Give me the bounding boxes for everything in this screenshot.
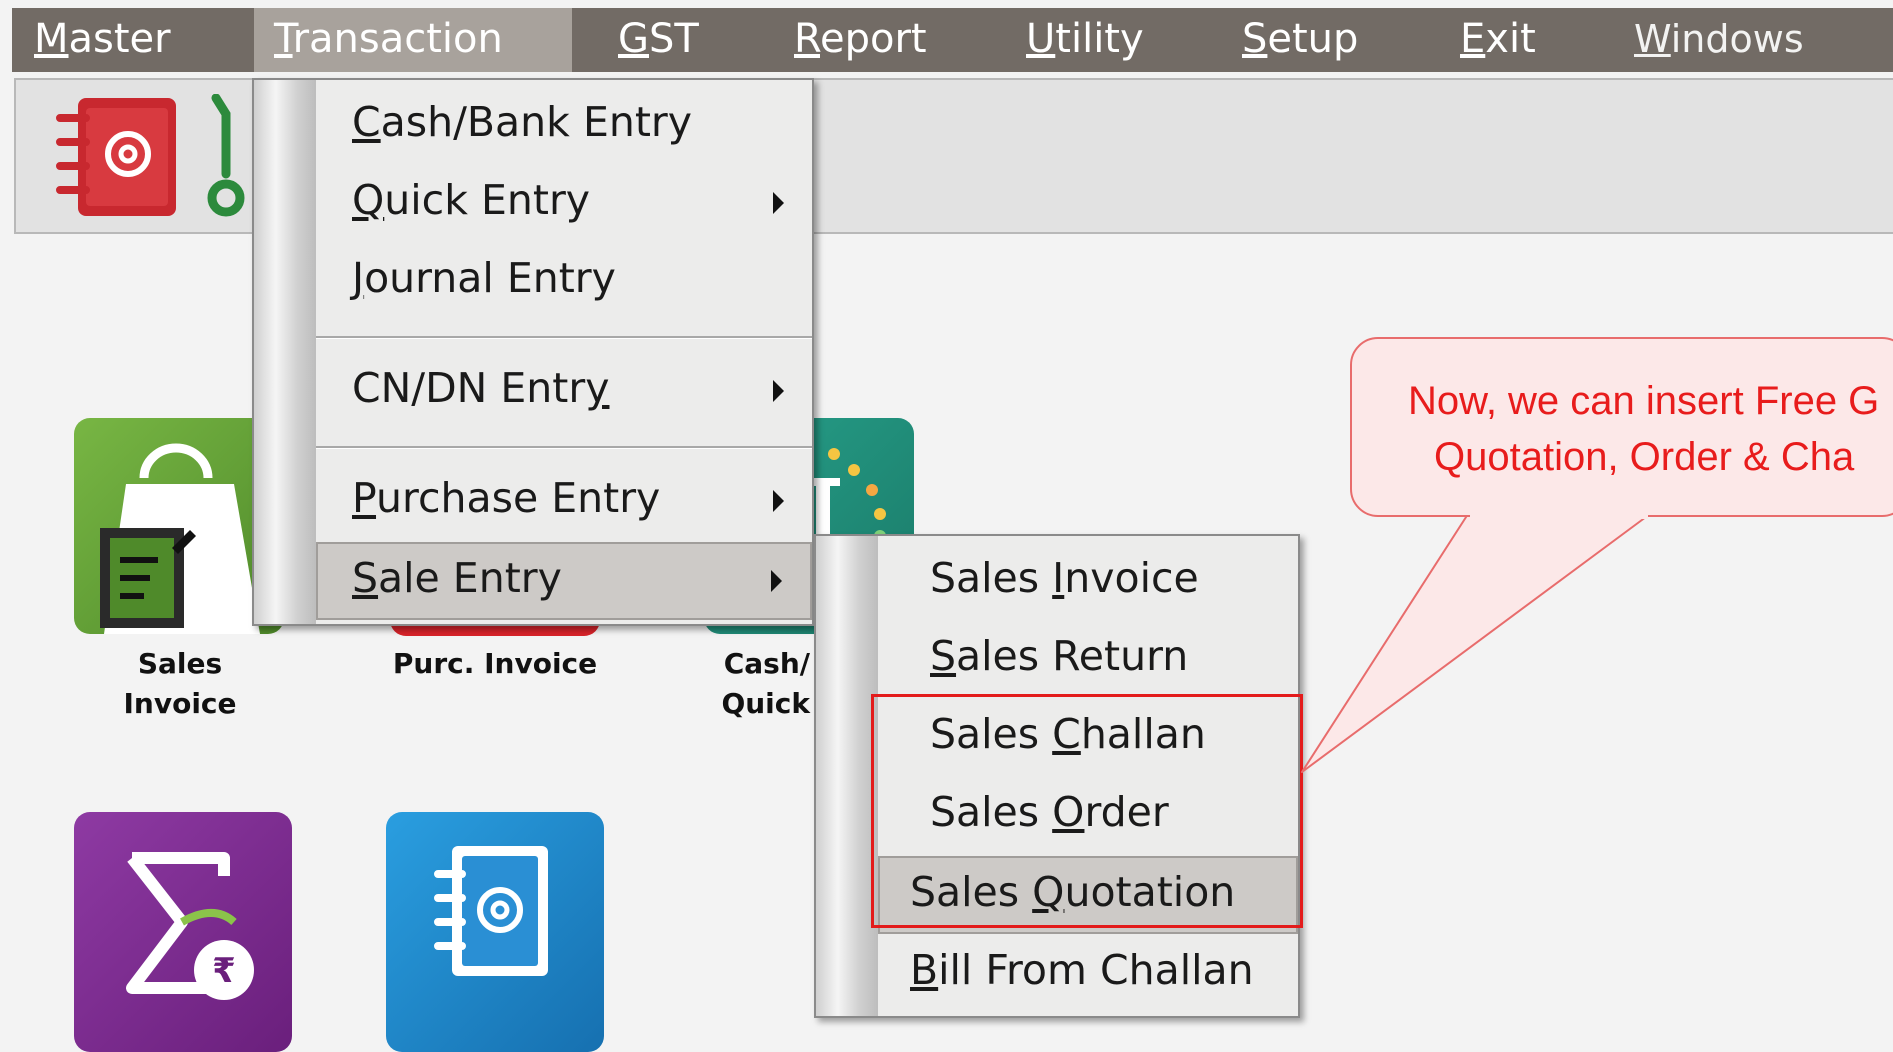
menu-item-cash-bank-entry[interactable]: Cash/Bank Entry bbox=[316, 86, 812, 164]
submenu-arrow-icon bbox=[773, 380, 784, 402]
sales-invoice-label: Sales Invoice bbox=[123, 647, 237, 720]
submenu-arrow-icon bbox=[771, 570, 782, 592]
menu-item-sales-return[interactable]: Sales Return bbox=[878, 620, 1298, 698]
sigma-rupee-tile[interactable]: ₹ bbox=[74, 812, 292, 1052]
menu-report[interactable]: Report bbox=[794, 8, 927, 72]
menu-item-purchase-entry[interactable]: Purchase Entry bbox=[316, 462, 812, 540]
purc-invoice-label: Purc. Invoice bbox=[392, 647, 598, 680]
menu-item-sale-entry[interactable]: Sale Entry bbox=[316, 542, 812, 620]
submenu-arrow-icon bbox=[773, 192, 784, 214]
menu-separator bbox=[316, 446, 812, 449]
menu-item-sales-invoice[interactable]: Sales Invoice bbox=[878, 542, 1298, 620]
menu-gst[interactable]: GST bbox=[618, 8, 699, 72]
submenu-arrow-icon bbox=[773, 490, 784, 512]
menu-exit[interactable]: Exit bbox=[1460, 8, 1536, 72]
address-book-toolbar-icon[interactable] bbox=[40, 94, 180, 220]
menu-bar: Master Transaction GST Report Utility Se… bbox=[12, 8, 1893, 72]
svg-text:₹: ₹ bbox=[212, 951, 236, 991]
address-book-tile[interactable] bbox=[386, 812, 604, 1052]
menu-transaction[interactable]: Transaction bbox=[254, 8, 572, 72]
callout-join bbox=[1470, 513, 1648, 519]
highlight-box bbox=[871, 694, 1303, 928]
menu-master[interactable]: Master bbox=[34, 8, 171, 72]
address-book-icon bbox=[434, 846, 548, 976]
menu-separator bbox=[316, 336, 812, 339]
menu-setup[interactable]: Setup bbox=[1242, 8, 1358, 72]
sigma-rupee-icon: ₹ bbox=[126, 852, 254, 1000]
callout-pointer bbox=[1301, 509, 1651, 773]
transaction-menu: Cash/Bank Entry Quick Entry Journal Entr… bbox=[252, 78, 814, 626]
menu-gutter bbox=[816, 536, 878, 1016]
menu-item-quick-entry[interactable]: Quick Entry bbox=[316, 164, 812, 242]
menu-item-cn-dn-entry[interactable]: CN/DN Entry bbox=[316, 352, 812, 430]
menu-utility[interactable]: Utility bbox=[1026, 8, 1144, 72]
callout-line-2: Quotation, Order & Cha bbox=[1434, 435, 1855, 479]
menu-item-bill-from-challan[interactable]: Bill From Challan bbox=[878, 934, 1298, 1012]
callout-line-1: Now, we can insert Free G bbox=[1408, 379, 1880, 423]
menu-gutter bbox=[254, 80, 316, 624]
menu-windows[interactable]: Windows bbox=[1634, 8, 1804, 72]
cash-quick-label: Cash/Quick bbox=[721, 647, 810, 720]
callout-bubble: Now, we can insert Free G Quotation, Ord… bbox=[1350, 337, 1893, 517]
menu-item-journal-entry[interactable]: Journal Entry bbox=[316, 242, 812, 320]
